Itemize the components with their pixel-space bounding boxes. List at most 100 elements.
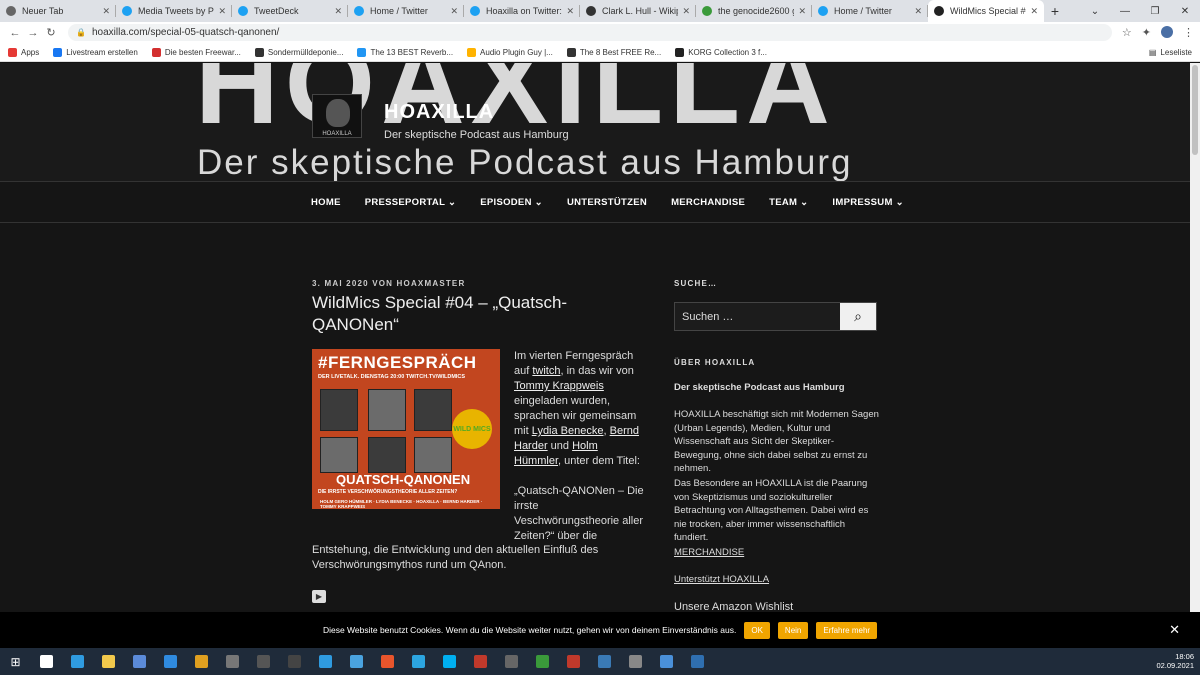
tab-close-icon[interactable]: ✕ <box>218 6 226 17</box>
link-tommy-krappweis[interactable]: Tommy Krappweis <box>514 380 604 392</box>
app-icon[interactable] <box>682 648 713 675</box>
browser-tab[interactable]: Home / Twitter ✕ <box>348 0 464 22</box>
tab-close-icon[interactable]: ✕ <box>798 6 806 17</box>
store-icon[interactable] <box>124 648 155 675</box>
app-icon[interactable] <box>496 648 527 675</box>
app-icon[interactable] <box>589 648 620 675</box>
tab-close-icon[interactable]: ✕ <box>1030 6 1038 17</box>
bookmark-item[interactable]: The 8 Best FREE Re... <box>566 47 661 57</box>
app-icon[interactable] <box>651 648 682 675</box>
reload-icon[interactable]: ↻ <box>42 26 60 39</box>
bookmark-item[interactable]: KORG Collection 3 f... <box>675 47 767 57</box>
bookmark-item[interactable]: Sondermülldeponie... <box>254 47 343 57</box>
lock-icon[interactable]: 🔒 <box>76 28 86 37</box>
scrollbar[interactable] <box>1190 63 1200 612</box>
guest-photo <box>414 389 452 431</box>
nav-home[interactable]: HOME <box>311 197 341 208</box>
windows-start-icon[interactable]: ⊞ <box>0 648 31 675</box>
twitter-icon <box>122 6 132 16</box>
bookmark-item[interactable]: The 13 BEST Reverb... <box>357 47 453 57</box>
app-icon[interactable] <box>310 648 341 675</box>
app-icon[interactable] <box>527 648 558 675</box>
chrome-icon[interactable] <box>186 648 217 675</box>
play-icon[interactable]: ▶ <box>312 590 326 603</box>
site-title[interactable]: HOAXILLA <box>384 101 494 124</box>
bookmark-item[interactable]: Die besten Freewar... <box>151 47 241 57</box>
system-clock[interactable]: 18:06 02.09.2021 <box>1156 652 1194 670</box>
close-icon[interactable]: ✕ <box>1169 622 1180 638</box>
search-input[interactable]: Suchen … <box>675 303 840 330</box>
app-icon[interactable] <box>465 648 496 675</box>
app-icon[interactable] <box>248 648 279 675</box>
mail-icon[interactable] <box>155 648 186 675</box>
link-support[interactable]: Unterstützt HOAXILLA <box>674 574 769 585</box>
url-field[interactable]: 🔒 hoaxilla.com/special-05-quatsch-qanone… <box>68 24 1112 41</box>
post-image: #FERNGESPRÄCH DER LIVETALK. DIENSTAG 20:… <box>312 349 500 509</box>
skype-icon[interactable] <box>434 648 465 675</box>
nav-impressum[interactable]: IMPRESSUM ⌄ <box>832 197 903 208</box>
new-tab-button[interactable]: + <box>1044 0 1066 22</box>
link-twitch[interactable]: twitch <box>532 365 560 377</box>
cookie-no-button[interactable]: Nein <box>777 621 809 639</box>
nav-team[interactable]: TEAM ⌄ <box>769 197 808 208</box>
nav-unterstuetzen[interactable]: UNTERSTÜTZEN <box>567 197 647 208</box>
app-icon[interactable] <box>620 648 651 675</box>
cookie-more-button[interactable]: Erfahre mehr <box>816 621 878 639</box>
tab-close-icon[interactable]: ✕ <box>914 6 922 17</box>
live-icon <box>288 655 301 668</box>
twitter-icon <box>354 6 364 16</box>
tab-close-icon[interactable]: ✕ <box>102 6 110 17</box>
link-merchandise[interactable]: MERCHANDISE <box>674 547 744 558</box>
link-lydia-benecke[interactable]: Lydia Benecke <box>532 425 604 437</box>
browser-tab[interactable]: TweetDeck ✕ <box>232 0 348 22</box>
browser-tab[interactable]: Media Tweets by Pinky ✕ <box>116 0 232 22</box>
telegram-icon[interactable] <box>403 648 434 675</box>
extensions-icon[interactable]: ✦ <box>1142 26 1151 39</box>
minimize-icon[interactable]: — <box>1110 0 1140 22</box>
brave-icon[interactable] <box>372 648 403 675</box>
post-title[interactable]: WildMics Special #04 – „Quatsch-QANONen“ <box>312 292 612 336</box>
app-icon[interactable] <box>217 648 248 675</box>
tab-title: Clark L. Hull - Wikipedia <box>602 6 678 16</box>
browser-tab[interactable]: Clark L. Hull - Wikipedia ✕ <box>580 0 696 22</box>
post-paragraph-1: Im vierten Ferngespräch auf twitch, in d… <box>514 349 644 544</box>
hoaxilla-icon <box>934 6 944 16</box>
site-logo[interactable]: HOAXILLA <box>312 94 362 138</box>
tab-close-icon[interactable]: ✕ <box>450 6 458 17</box>
close-window-icon[interactable]: ✕ <box>1170 0 1200 22</box>
twitter-icon <box>470 6 480 16</box>
reading-list-label: Leseliste <box>1160 47 1192 57</box>
scrollbar-thumb[interactable] <box>1192 65 1198 155</box>
search-icon[interactable] <box>31 648 62 675</box>
tab-close-icon[interactable]: ✕ <box>682 6 690 17</box>
cookie-ok-button[interactable]: OK <box>744 621 770 639</box>
search-button[interactable]: ⌕ <box>840 303 876 330</box>
live-icon[interactable] <box>279 648 310 675</box>
back-icon[interactable]: ← <box>6 27 24 39</box>
nav-merchandise[interactable]: MERCHANDISE <box>671 197 745 208</box>
browser-tab[interactable]: Home / Twitter ✕ <box>812 0 928 22</box>
bookmark-item[interactable]: Apps <box>8 47 39 57</box>
explorer-icon[interactable] <box>93 648 124 675</box>
tab-close-icon[interactable]: ✕ <box>566 6 574 17</box>
tab-close-icon[interactable]: ✕ <box>334 6 342 17</box>
forward-icon[interactable]: → <box>24 27 42 39</box>
app-icon[interactable] <box>341 648 372 675</box>
avatar[interactable] <box>1161 26 1173 38</box>
nav-presseportal[interactable]: PRESSEPORTAL ⌄ <box>365 197 457 208</box>
app-icon[interactable] <box>558 648 589 675</box>
maximize-icon[interactable]: ❐ <box>1140 0 1170 22</box>
nav-episoden[interactable]: EPISODEN ⌄ <box>480 197 543 208</box>
tab-search-icon[interactable]: ⌄ <box>1080 0 1110 22</box>
reading-list[interactable]: ▤ Leseliste <box>1149 48 1192 57</box>
browser-tab[interactable]: WildMics Special #04 - ✕ <box>928 0 1044 22</box>
star-icon[interactable]: ☆ <box>1122 26 1132 39</box>
menu-icon[interactable]: ⋮ <box>1183 26 1194 39</box>
edge-icon[interactable] <box>62 648 93 675</box>
browser-tab[interactable]: Neuer Tab ✕ <box>0 0 116 22</box>
browser-tab[interactable]: Hoaxilla on Twitter: "" ✕ <box>464 0 580 22</box>
browser-tab[interactable]: the genocide2600 group ✕ <box>696 0 812 22</box>
bookmark-item[interactable]: Audio Plugin Guy |... <box>467 47 553 57</box>
post-meta: 3. MAI 2020 VON HOAXMASTER <box>312 279 466 288</box>
bookmark-item[interactable]: Livestream erstellen <box>53 47 138 57</box>
